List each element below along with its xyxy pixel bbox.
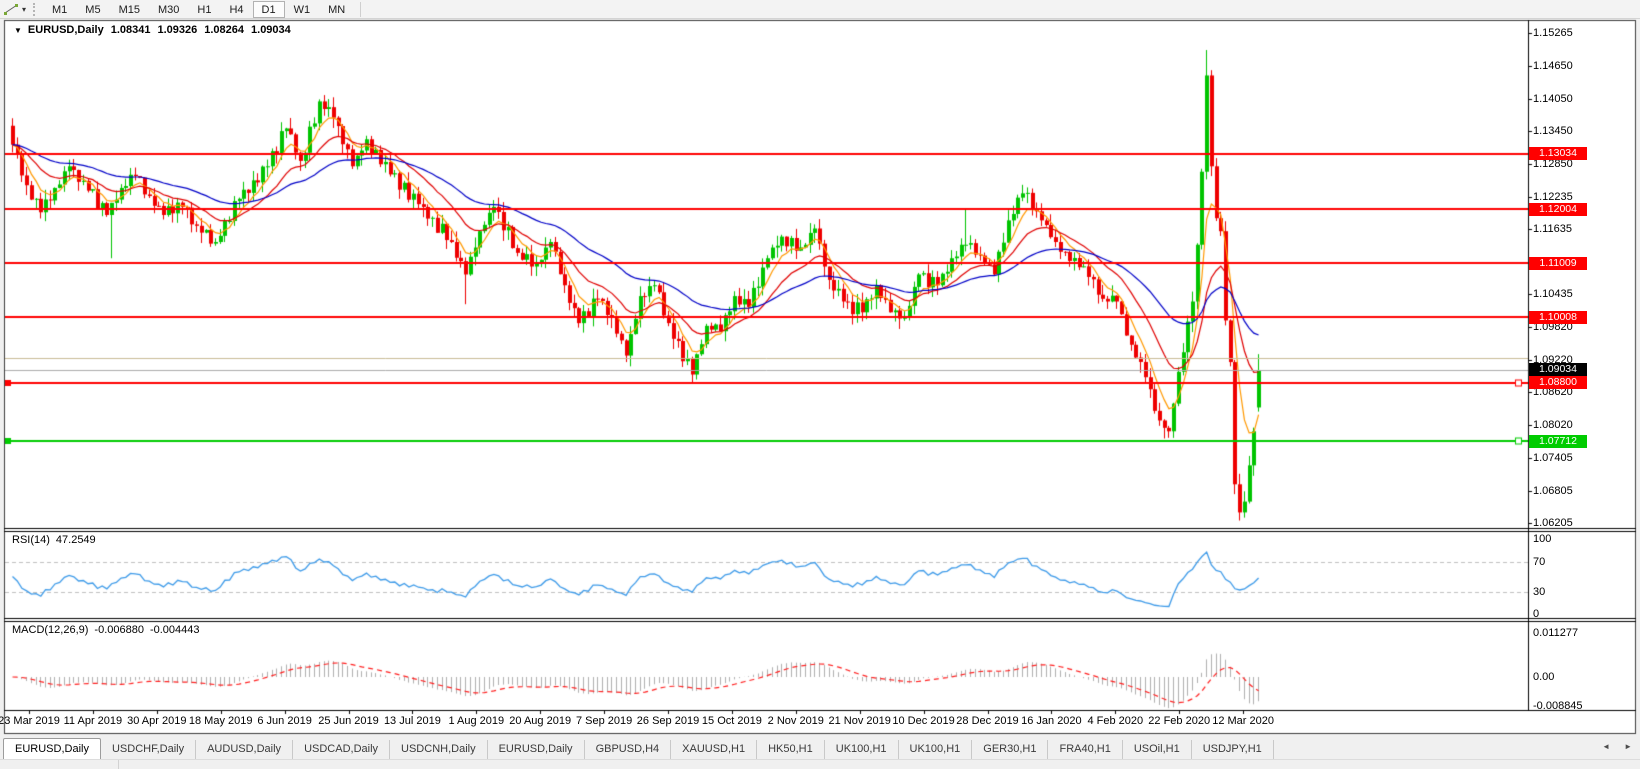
timeframe-button-m5[interactable]: M5: [76, 1, 109, 18]
tab-scroll-left-icon[interactable]: ◄: [1602, 742, 1610, 751]
timeframe-button-m1[interactable]: M1: [43, 1, 76, 18]
rsi-axis-label: 30: [1533, 586, 1545, 598]
rsi-axis-label: 0: [1533, 608, 1539, 620]
ohlc-close: 1.09034: [251, 24, 291, 36]
status-bar: [0, 759, 1640, 768]
price-axis-tick: 1.14050: [1533, 93, 1573, 105]
chevron-down-icon: ▾: [22, 5, 26, 14]
chart-tab-uk100-h1[interactable]: UK100,H1: [899, 740, 973, 759]
macd-signal-value: -0.004443: [150, 624, 200, 636]
timeframe-button-h1[interactable]: H1: [188, 1, 220, 18]
macd-axis-label: 0.00: [1533, 671, 1554, 683]
chart-tab-usoil-h1[interactable]: USOil,H1: [1123, 740, 1192, 759]
toolbar-separator: [360, 2, 361, 17]
macd-label: MACD(12,26,9) -0.006880 -0.004443: [12, 624, 206, 636]
top-toolbar: ▾ M1M5M15M30H1H4D1W1MN: [0, 0, 1640, 19]
macd-axis-label: -0.008845: [1533, 700, 1583, 712]
hline-price-badge: 1.12004: [1529, 203, 1587, 216]
hline-price-badge: 1.10008: [1529, 311, 1587, 324]
timeframe-buttons: M1M5M15M30H1H4D1W1MN: [43, 1, 354, 18]
ohlc-low: 1.08264: [204, 24, 244, 36]
chart-tab-fra40-h1[interactable]: FRA40,H1: [1048, 740, 1122, 759]
tab-scroll-arrows: ◄ ►: [1602, 742, 1632, 751]
hline-price-badge: 1.07712: [1529, 435, 1587, 448]
chart-tab-eurusd-daily[interactable]: EURUSD,Daily: [488, 740, 585, 759]
line-studies-icon[interactable]: ▾: [0, 1, 29, 18]
hline-price-badge: 1.13034: [1529, 147, 1587, 160]
price-axis-tick: 1.14650: [1533, 60, 1573, 72]
chart-tab-hk50-h1[interactable]: HK50,H1: [757, 740, 825, 759]
chart-tabs: EURUSD,DailyUSDCHF,DailyAUDUSD,DailyUSDC…: [0, 738, 1274, 759]
rsi-axis-label: 70: [1533, 556, 1545, 568]
timeframe-button-m15[interactable]: M15: [110, 1, 149, 18]
chart-tab-eurusd-daily[interactable]: EURUSD,Daily: [3, 738, 101, 759]
price-axis-tick: 1.06805: [1533, 485, 1573, 497]
macd-name: MACD(12,26,9): [12, 624, 88, 636]
chart-tab-usdjpy-h1[interactable]: USDJPY,H1: [1192, 740, 1274, 759]
price-axis-tick: 1.10435: [1533, 288, 1573, 300]
rsi-value: 47.2549: [56, 534, 96, 546]
price-axis-tick: 1.08020: [1533, 419, 1573, 431]
chart-symbol: EURUSD,Daily: [28, 24, 104, 36]
chart-tab-audusd-daily[interactable]: AUDUSD,Daily: [196, 740, 293, 759]
toolbar-grip[interactable]: [33, 3, 37, 16]
timeframe-button-w1[interactable]: W1: [285, 1, 320, 18]
ohlc-open: 1.08341: [111, 24, 151, 36]
chart-tab-uk100-h1[interactable]: UK100,H1: [825, 740, 899, 759]
rsi-axis-label: 100: [1533, 533, 1551, 545]
rsi-name: RSI(14): [12, 534, 50, 546]
chart-canvas[interactable]: [0, 0, 1640, 768]
timeframe-button-mn[interactable]: MN: [319, 1, 354, 18]
hline-price-badge: 1.11009: [1529, 257, 1587, 270]
date-axis-label: 12 Mar 2020: [1201, 715, 1285, 727]
timeframe-button-d1[interactable]: D1: [253, 1, 285, 18]
price-axis-tick: 1.06205: [1533, 517, 1573, 529]
rsi-label: RSI(14) 47.2549: [12, 534, 102, 546]
chart-tab-usdchf-daily[interactable]: USDCHF,Daily: [101, 740, 196, 759]
macd-axis-label: 0.011277: [1533, 627, 1578, 639]
chart-tab-xauusd-h1[interactable]: XAUUSD,H1: [671, 740, 757, 759]
line-studies-glyph: [3, 3, 20, 16]
price-axis-tick: 1.12235: [1533, 191, 1573, 203]
timeframe-button-h4[interactable]: H4: [220, 1, 252, 18]
chart-tab-gbpusd-h4[interactable]: GBPUSD,H4: [585, 740, 672, 759]
chart-tab-usdcnh-daily[interactable]: USDCNH,Daily: [390, 740, 488, 759]
current-price-badge: 1.09034: [1529, 363, 1587, 376]
chart-tab-usdcad-daily[interactable]: USDCAD,Daily: [293, 740, 390, 759]
chart-tab-bar: EURUSD,DailyUSDCHF,DailyAUDUSD,DailyUSDC…: [0, 736, 1640, 759]
price-axis-tick: 1.13450: [1533, 125, 1573, 137]
price-axis-tick: 1.15265: [1533, 27, 1573, 39]
timeframe-button-m30[interactable]: M30: [149, 1, 188, 18]
price-axis-tick: 1.11635: [1533, 223, 1572, 235]
macd-main-value: -0.006880: [94, 624, 144, 636]
chart-tab-ger30-h1[interactable]: GER30,H1: [972, 740, 1048, 759]
hline-price-badge: 1.08800: [1529, 376, 1587, 389]
tab-scroll-right-icon[interactable]: ►: [1624, 742, 1632, 751]
chart-title: ▼ EURUSD,Daily 1.08341 1.09326 1.08264 1.0903…: [14, 24, 298, 36]
price-axis-tick: 1.07405: [1533, 452, 1573, 464]
ohlc-high: 1.09326: [157, 24, 197, 36]
collapse-caret-icon[interactable]: ▼: [14, 26, 22, 35]
